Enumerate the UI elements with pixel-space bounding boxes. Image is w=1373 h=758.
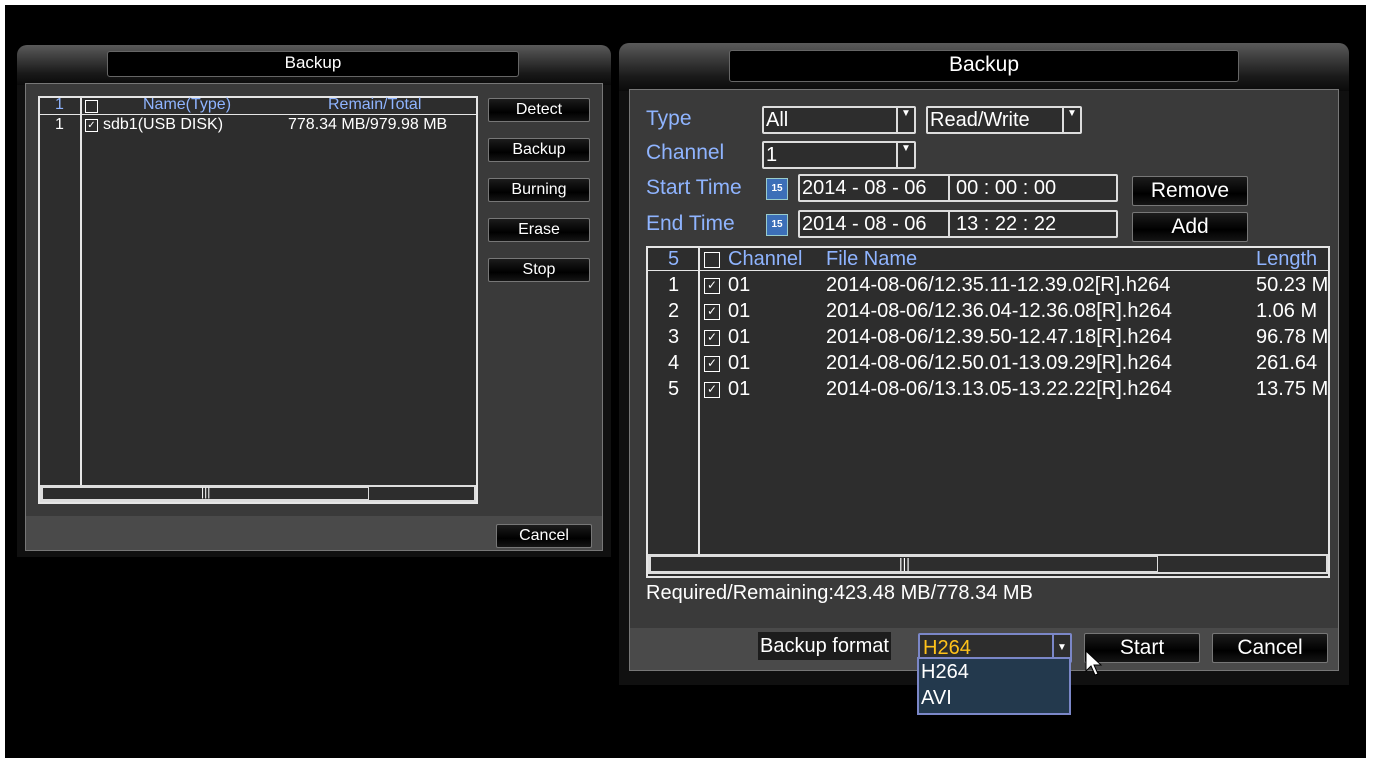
device-row[interactable]: 1 ✓ sdb1(USB DISK) 778.34 MB/979.98 MB [40, 116, 476, 136]
file-index: 2 [668, 300, 680, 322]
file-name: 2014-08-06/13.13.05-13.22.22[R].h264 [826, 378, 1172, 400]
required-remaining-status: Required/Remaining:423.48 MB/778.34 MB [646, 582, 1033, 604]
start-time[interactable]: 00 : 00 : 00 [956, 177, 1056, 200]
type-label: Type [646, 107, 692, 130]
file-name-header: File Name [826, 248, 918, 270]
file-length: 13.75 M [1256, 378, 1329, 400]
file-checkbox[interactable]: ✓ [704, 356, 720, 372]
screen: Backup 1 Name(Type) Remain/Total 1 ✓ sdb… [5, 5, 1366, 758]
backup-format-dropdown: H264 AVI [917, 657, 1071, 715]
file-index: 4 [668, 352, 680, 374]
file-name: 2014-08-06/12.36.04-12.36.08[R].h264 [826, 300, 1172, 322]
device-remain-total: 778.34 MB/979.98 MB [288, 116, 448, 133]
channel-header: Channel [728, 248, 803, 270]
format-option-h264[interactable]: H264 [921, 661, 969, 684]
file-checkbox[interactable]: ✓ [704, 330, 720, 346]
right-cancel-button[interactable]: Cancel [1212, 633, 1328, 663]
select-all-checkbox[interactable] [704, 252, 720, 268]
file-channel: 01 [728, 326, 751, 348]
calendar-icon[interactable]: 15 [766, 214, 788, 236]
left-backup-window: Backup 1 Name(Type) Remain/Total 1 ✓ sdb… [17, 45, 611, 557]
file-row[interactable]: 2 ✓ 01 2014-08-06/12.36.04-12.36.08[R].h… [648, 300, 1328, 326]
erase-button[interactable]: Erase [488, 218, 590, 242]
end-date[interactable]: 2014 - 08 - 06 [802, 213, 927, 236]
file-channel: 01 [728, 300, 751, 322]
add-button[interactable]: Add [1132, 212, 1248, 242]
file-index: 5 [668, 378, 680, 400]
mouse-cursor-icon [1085, 650, 1103, 676]
channel-label: Channel [646, 141, 725, 164]
field-divider [948, 212, 950, 236]
scrollbar-grip: ||| [899, 555, 910, 571]
select-all-checkbox[interactable] [85, 100, 98, 113]
remove-button[interactable]: Remove [1132, 176, 1248, 206]
end-time[interactable]: 13 : 22 : 22 [956, 213, 1056, 236]
channel-select-value: 1 [766, 144, 778, 166]
file-checkbox[interactable]: ✓ [704, 304, 720, 320]
format-option-avi[interactable]: AVI [921, 687, 952, 710]
detect-button[interactable]: Detect [488, 98, 590, 122]
backup-format-label: Backup format [758, 632, 891, 660]
start-datetime-field[interactable]: 2014 - 08 - 06 00 : 00 : 00 [798, 174, 1118, 202]
file-row[interactable]: 5 ✓ 01 2014-08-06/13.13.05-13.22.22[R].h… [648, 378, 1328, 404]
mode-select[interactable]: Read/Write ▼ [926, 106, 1082, 134]
file-length: 261.64 [1256, 352, 1318, 374]
chevron-down-icon: ▼ [896, 108, 914, 132]
file-row[interactable]: 3 ✓ 01 2014-08-06/12.39.50-12.47.18[R].h… [648, 326, 1328, 352]
file-length: 50.23 M [1256, 274, 1329, 296]
file-channel: 01 [728, 274, 751, 296]
remain-total-header: Remain/Total [328, 96, 422, 113]
file-name: 2014-08-06/12.39.50-12.47.18[R].h264 [826, 326, 1172, 348]
right-window-title: Backup [729, 50, 1239, 82]
file-checkbox[interactable]: ✓ [704, 382, 720, 398]
file-checkbox[interactable]: ✓ [704, 278, 720, 294]
file-list-scrollbar[interactable]: ||| [648, 554, 1328, 574]
type-select-value: All [766, 109, 789, 131]
file-channel: 01 [728, 378, 751, 400]
device-checkbox[interactable]: ✓ [85, 119, 98, 132]
start-time-label: Start Time [646, 176, 742, 199]
file-count-header: 5 [668, 248, 680, 270]
file-row[interactable]: 1 ✓ 01 2014-08-06/12.35.11-12.39.02[R].h… [648, 274, 1328, 300]
file-index: 1 [668, 274, 680, 296]
grid-separator [40, 114, 476, 115]
file-length: 96.78 M [1256, 326, 1329, 348]
start-date[interactable]: 2014 - 08 - 06 [802, 177, 927, 200]
device-list[interactable]: 1 Name(Type) Remain/Total 1 ✓ sdb1(USB D… [38, 96, 478, 504]
left-window-title: Backup [107, 51, 519, 77]
device-count-header: 1 [55, 96, 64, 113]
end-time-label: End Time [646, 212, 735, 235]
grid-separator [80, 98, 82, 485]
right-window-body: Type All ▼ Read/Write ▼ Channel 1 ▼ Star… [629, 89, 1339, 671]
file-channel: 01 [728, 352, 751, 374]
scrollbar-thumb[interactable]: ||| [650, 555, 1158, 572]
calendar-icon[interactable]: 15 [766, 178, 788, 200]
device-index: 1 [55, 116, 64, 133]
right-backup-window: Backup Type All ▼ Read/Write ▼ Channel 1… [619, 43, 1349, 685]
stop-button[interactable]: Stop [488, 258, 590, 282]
chevron-down-icon: ▼ [1062, 108, 1080, 132]
device-list-scrollbar[interactable]: ||| [40, 485, 476, 502]
file-name: 2014-08-06/12.50.01-13.09.29[R].h264 [826, 352, 1172, 374]
name-type-header: Name(Type) [143, 96, 232, 113]
type-select[interactable]: All ▼ [762, 106, 916, 134]
channel-select[interactable]: 1 ▼ [762, 141, 916, 169]
end-datetime-field[interactable]: 2014 - 08 - 06 13 : 22 : 22 [798, 210, 1118, 238]
device-name: sdb1(USB DISK) [103, 116, 224, 133]
file-length: 1.06 M [1256, 300, 1318, 322]
mode-select-value: Read/Write [930, 109, 1030, 131]
file-row[interactable]: 4 ✓ 01 2014-08-06/12.50.01-13.09.29[R].h… [648, 352, 1328, 378]
file-list[interactable]: 5 Channel File Name Length 1 ✓ 01 2014-0… [646, 246, 1330, 578]
file-index: 3 [668, 326, 680, 348]
left-window-body: 1 Name(Type) Remain/Total 1 ✓ sdb1(USB D… [25, 83, 603, 551]
chevron-down-icon: ▼ [896, 143, 914, 167]
scrollbar-grip: ||| [201, 485, 211, 499]
length-header: Length [1256, 248, 1318, 270]
left-cancel-button[interactable]: Cancel [496, 524, 592, 548]
field-divider [948, 176, 950, 200]
file-name: 2014-08-06/12.35.11-12.39.02[R].h264 [826, 274, 1171, 296]
burning-button[interactable]: Burning [488, 178, 590, 202]
backup-button[interactable]: Backup [488, 138, 590, 162]
scrollbar-thumb[interactable]: ||| [42, 485, 369, 500]
